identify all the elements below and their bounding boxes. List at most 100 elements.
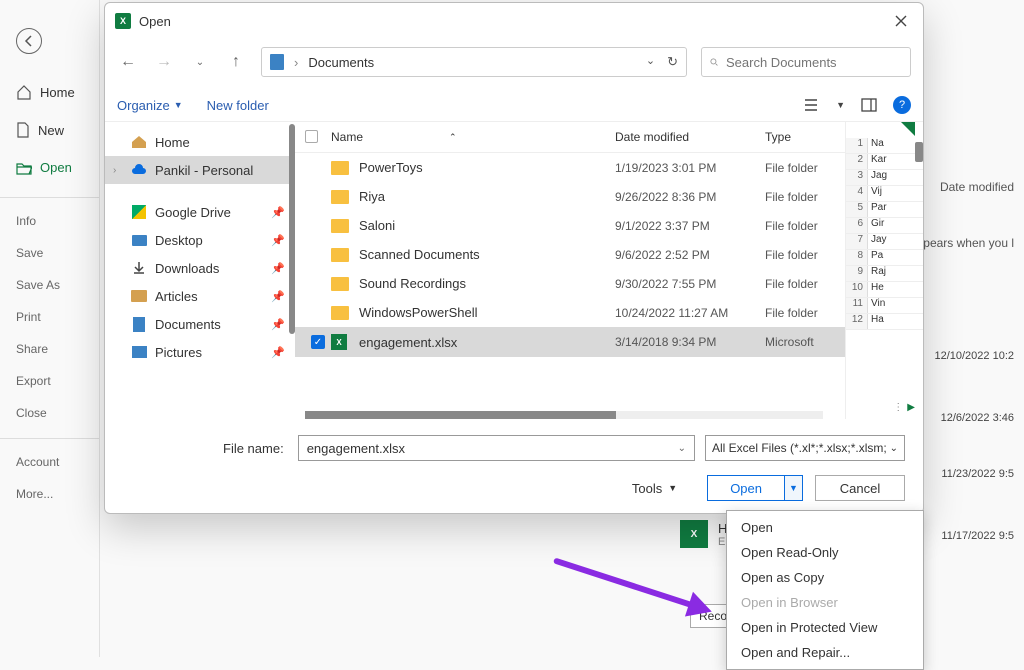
preview-row: 1Na: [846, 138, 923, 154]
tree-item-google-drive[interactable]: Google Drive📌: [105, 198, 295, 226]
more-icon[interactable]: ⋮: [893, 402, 903, 413]
preview-row: 11Vin: [846, 298, 923, 314]
file-row[interactable]: ✓Xengagement.xlsx3/14/2018 9:34 PMMicros…: [295, 327, 845, 357]
view-list-icon[interactable]: [802, 95, 822, 115]
pin-icon: 📌: [271, 318, 285, 331]
menu-open-as-copy[interactable]: Open as Copy: [727, 565, 923, 590]
recent-date: 12/6/2022 3:46: [941, 412, 1014, 424]
nav-forward-icon[interactable]: →: [153, 51, 175, 73]
open-dialog: X Open ← → ⌄ ↑ › Documents ⌄ ↻ Organize▼…: [104, 2, 924, 514]
nav-new[interactable]: New: [16, 122, 99, 138]
pin-icon: 📌: [271, 290, 285, 303]
nav-close[interactable]: Close: [16, 406, 99, 420]
chevron-down-icon[interactable]: ▼: [836, 100, 845, 110]
nav-share[interactable]: Share: [16, 342, 99, 356]
preview-pane-icon[interactable]: [859, 95, 879, 115]
nav-export[interactable]: Export: [16, 374, 99, 388]
xlsx-icon: X: [331, 334, 347, 350]
tools-button[interactable]: Tools▼: [632, 481, 677, 496]
tree-item-downloads[interactable]: Downloads📌: [105, 254, 295, 282]
dialog-nav: ← → ⌄ ↑ › Documents ⌄ ↻: [105, 39, 923, 89]
organize-button[interactable]: Organize▼: [117, 98, 183, 113]
col-name[interactable]: Name⌃: [331, 130, 615, 144]
help-icon[interactable]: ?: [893, 96, 911, 114]
chevron-down-icon[interactable]: ⌄: [890, 443, 898, 454]
preview-scrollbar[interactable]: [915, 142, 923, 162]
file-row[interactable]: PowerToys1/19/2023 3:01 PMFile folder: [295, 153, 845, 182]
nav-new-label: New: [38, 123, 64, 138]
nav-back-icon[interactable]: ←: [117, 51, 139, 73]
preview-row: 4Vij: [846, 186, 923, 202]
tree-item-articles[interactable]: Articles📌: [105, 282, 295, 310]
chevron-down-icon[interactable]: ⌄: [189, 51, 211, 73]
address-path: Documents: [308, 55, 636, 70]
nav-info[interactable]: Info: [16, 214, 99, 228]
chevron-down-icon[interactable]: ⌄: [678, 443, 686, 454]
open-dropdown-icon[interactable]: ▼: [784, 476, 802, 500]
address-bar[interactable]: › Documents ⌄ ↻: [261, 47, 687, 77]
nav-open[interactable]: Open: [16, 160, 99, 175]
nav-account[interactable]: Account: [16, 455, 99, 469]
file-row[interactable]: Scanned Documents9/6/2022 2:52 PMFile fo…: [295, 240, 845, 269]
col-type[interactable]: Type: [765, 130, 835, 144]
folder-icon: [331, 161, 349, 175]
col-date[interactable]: Date modified: [615, 130, 765, 144]
col-date-modified: Date modified: [940, 180, 1014, 194]
tree-item-pictures[interactable]: Pictures📌: [105, 338, 295, 366]
close-icon[interactable]: [889, 9, 913, 33]
file-row[interactable]: Saloni9/1/2022 3:37 PMFile folder: [295, 211, 845, 240]
folder-icon: [131, 288, 147, 304]
h-scrollbar[interactable]: [305, 411, 823, 419]
dialog-titlebar: X Open: [105, 3, 923, 39]
excel-app-icon: X: [115, 13, 131, 29]
search-icon: [710, 55, 718, 69]
gd-icon: [131, 204, 147, 220]
file-row[interactable]: Sound Recordings9/30/2022 7:55 PMFile fo…: [295, 269, 845, 298]
file-name-input[interactable]: engagement.xlsx ⌄: [298, 435, 695, 461]
tree-item-documents[interactable]: Documents📌: [105, 310, 295, 338]
folder-icon: [331, 190, 349, 204]
menu-open-in-protected-view[interactable]: Open in Protected View: [727, 615, 923, 640]
search-input[interactable]: [726, 55, 902, 70]
nav-print[interactable]: Print: [16, 310, 99, 324]
new-folder-button[interactable]: New folder: [207, 98, 269, 113]
nav-up-icon[interactable]: ↑: [225, 51, 247, 73]
tree-item-desktop[interactable]: Desktop📌: [105, 226, 295, 254]
folder-icon: [331, 219, 349, 233]
dialog-title: Open: [139, 14, 889, 29]
next-icon[interactable]: ▶: [907, 402, 915, 413]
nav-save-as[interactable]: Save As: [16, 278, 99, 292]
nav-save[interactable]: Save: [16, 246, 99, 260]
nav-home[interactable]: Home: [16, 84, 99, 100]
tree-item-home[interactable]: Home: [105, 128, 295, 156]
menu-open-and-repair---[interactable]: Open and Repair...: [727, 640, 923, 665]
preview-row: 3Jag: [846, 170, 923, 186]
pin-icon: 📌: [271, 346, 285, 359]
file-row[interactable]: WindowsPowerShell10/24/2022 11:27 AMFile…: [295, 298, 845, 327]
file-filter[interactable]: All Excel Files (*.xl*;*.xlsx;*.xlsm; ⌄: [705, 435, 905, 461]
chevron-down-icon[interactable]: ⌄: [646, 54, 655, 70]
folder-icon: [331, 277, 349, 291]
search-box[interactable]: [701, 47, 911, 77]
cloud-icon: [131, 162, 147, 178]
menu-open-read-only[interactable]: Open Read-Only: [727, 540, 923, 565]
folder-icon: [331, 248, 349, 262]
recent-date: 11/23/2022 9:5: [941, 468, 1014, 480]
menu-open[interactable]: Open: [727, 515, 923, 540]
nav-more[interactable]: More...: [16, 487, 99, 501]
back-button[interactable]: [16, 28, 42, 54]
tree-item-pankil---personal[interactable]: ›Pankil - Personal: [105, 156, 295, 184]
preview-row: 2Kar: [846, 154, 923, 170]
pin-icon: 📌: [271, 206, 285, 219]
nav-open-label: Open: [40, 160, 72, 175]
refresh-icon[interactable]: ↻: [667, 54, 678, 70]
cancel-button[interactable]: Cancel: [815, 475, 905, 501]
preview-row: 8Pa: [846, 250, 923, 266]
folder-tree: Home›Pankil - Personal Google Drive📌Deskt…: [105, 122, 295, 419]
select-all-checkbox[interactable]: [305, 130, 318, 143]
open-button[interactable]: Open ▼: [707, 475, 803, 501]
row-checkbox[interactable]: ✓: [311, 335, 325, 349]
open-dropdown-menu: OpenOpen Read-OnlyOpen as CopyOpen in Br…: [726, 510, 924, 670]
dl-icon: [131, 260, 147, 276]
file-row[interactable]: Riya9/26/2022 8:36 PMFile folder: [295, 182, 845, 211]
